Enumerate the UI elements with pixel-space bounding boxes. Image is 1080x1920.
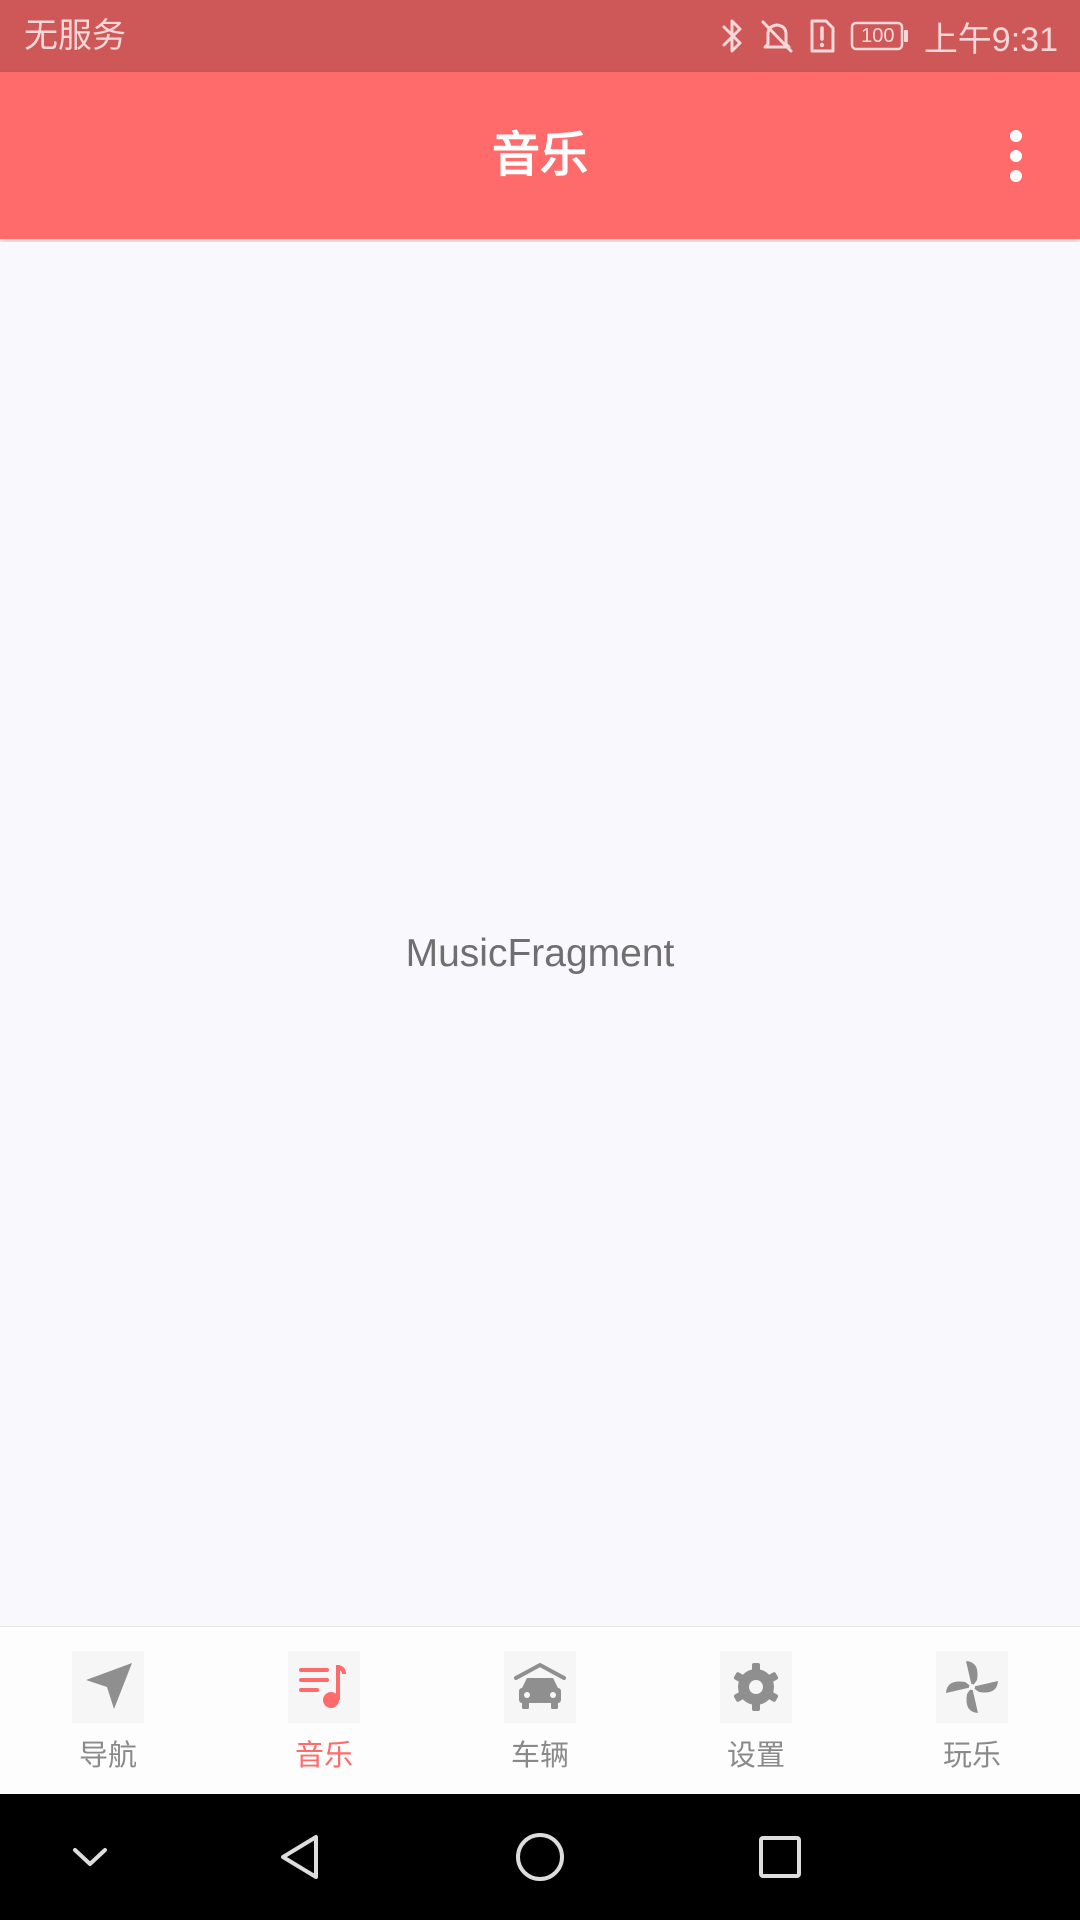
app-bar: 音乐: [0, 72, 1080, 239]
tab-music[interactable]: 音乐: [216, 1627, 432, 1795]
back-icon[interactable]: [270, 1827, 330, 1887]
mute-icon: [760, 18, 794, 54]
app-screen: 无服务 100 上午9:31 音乐 MusicFragment 导航 音乐 车辆…: [0, 0, 1080, 1920]
recents-icon[interactable]: [750, 1827, 810, 1887]
tab-label: 音乐: [294, 1738, 353, 1772]
car-icon: [504, 1651, 576, 1723]
tab-label: 玩乐: [942, 1738, 1001, 1772]
carrier-status: 无服务: [24, 16, 126, 56]
status-time: 上午9:31: [923, 20, 1058, 59]
page-title: 音乐: [491, 127, 588, 183]
tab-label: 车辆: [510, 1738, 569, 1772]
system-navigation-bar: [0, 1794, 1080, 1920]
alert-icon: [808, 18, 836, 54]
music-list-icon: [288, 1651, 360, 1723]
tab-label: 导航: [78, 1738, 137, 1772]
home-icon[interactable]: [510, 1827, 570, 1887]
hide-keyboard-icon[interactable]: [60, 1827, 120, 1887]
bluetooth-icon: [720, 17, 746, 55]
battery-icon: 100: [850, 21, 910, 51]
overflow-dot: [1010, 130, 1022, 142]
status-bar: 无服务 100 上午9:31: [0, 0, 1080, 72]
pinwheel-icon: [936, 1651, 1008, 1723]
tab-fun[interactable]: 玩乐: [864, 1627, 1080, 1795]
battery-level: 100: [861, 25, 895, 47]
tab-navigation[interactable]: 导航: [0, 1627, 216, 1795]
tab-label: 设置: [726, 1738, 785, 1772]
tab-vehicle[interactable]: 车辆: [432, 1627, 648, 1795]
overflow-dot: [1010, 150, 1022, 162]
status-icons: 100 上午9:31: [720, 0, 1058, 72]
tab-settings[interactable]: 设置: [648, 1627, 864, 1795]
bottom-navigation: 导航 音乐 车辆 设置 玩乐: [0, 1626, 1080, 1795]
overflow-dot: [1010, 170, 1022, 182]
gear-icon: [720, 1651, 792, 1723]
fragment-text: MusicFragment: [405, 932, 675, 975]
music-fragment-container: MusicFragment: [0, 242, 1080, 1626]
navigation-arrow-icon: [72, 1651, 144, 1723]
more-vertical-icon[interactable]: [986, 126, 1046, 186]
